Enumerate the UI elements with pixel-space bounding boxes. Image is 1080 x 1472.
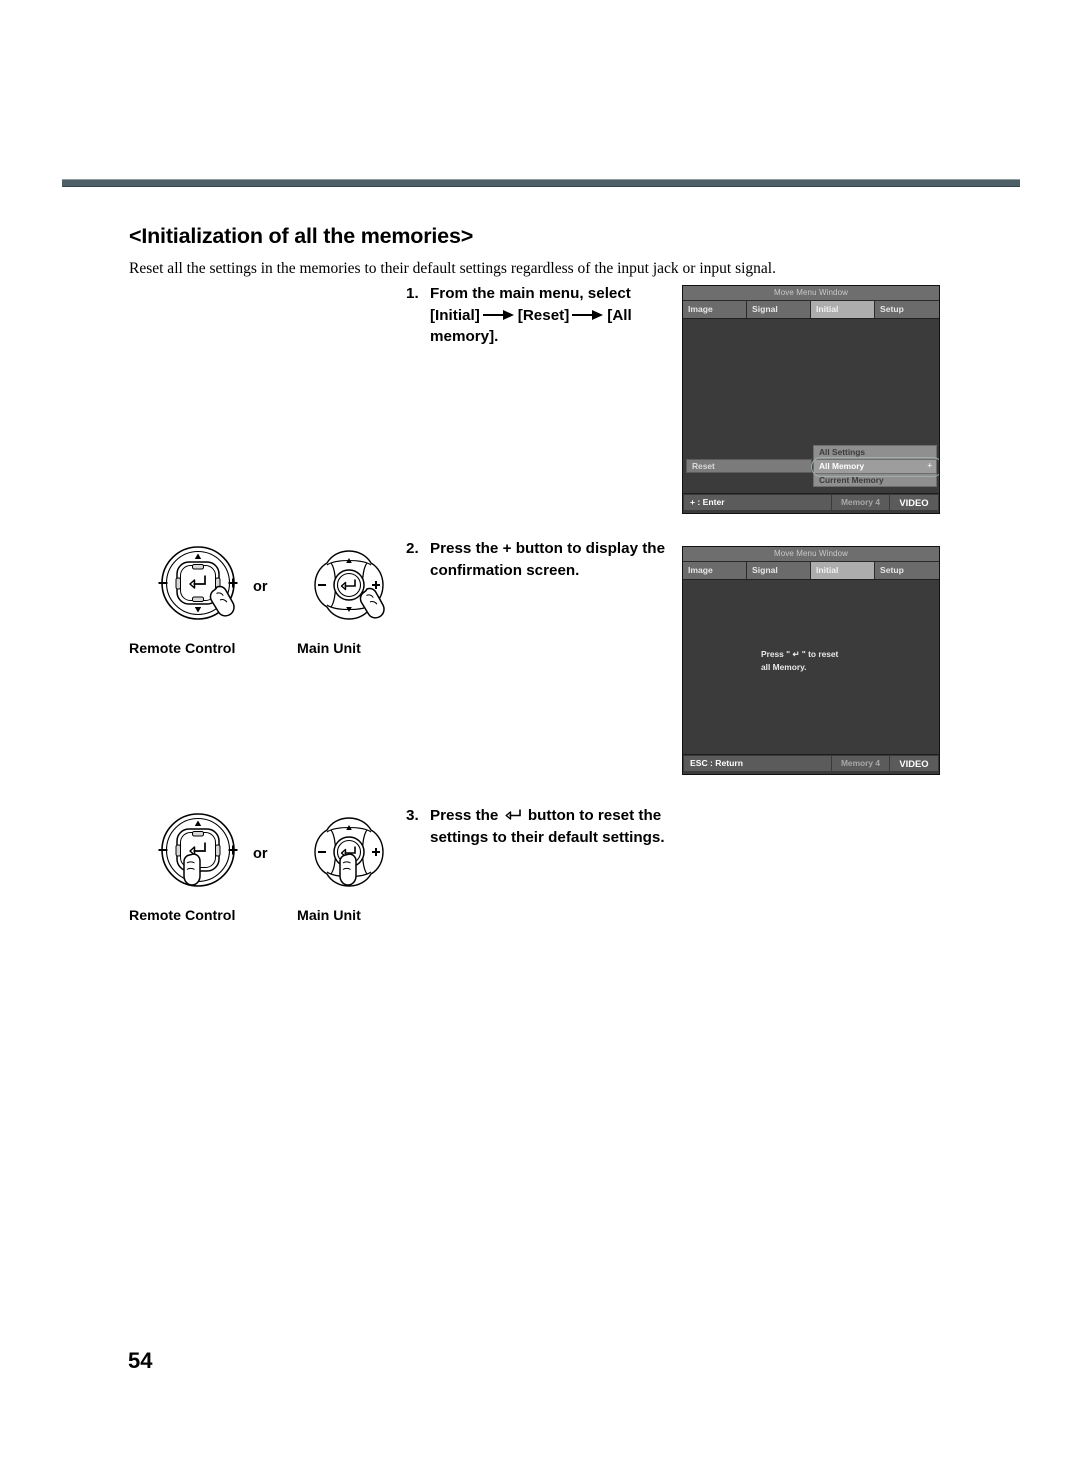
osd-status-bar: ESC : Return Memory 4 VIDEO [683,754,939,772]
adjust-indicator-icon: + [927,461,932,470]
osd-status-memory: Memory 4 [832,755,890,772]
osd-tab-bar: Image Signal Initial Setup [683,562,939,580]
or-label-step2: or [253,579,268,595]
step-2-line2: confirmation screen. [430,561,580,579]
osd-status-memory: Memory 4 [832,494,890,511]
osd-titlebar: Move Menu Window [683,547,939,562]
osd-screenshot-step2: Move Menu Window Image Signal Initial Se… [682,546,940,775]
step-1-line1: From the main menu, select [430,285,631,302]
osd-submenu-item-all-memory-label: All Memory [819,461,865,471]
step-3-post: button to reset the [527,807,662,824]
osd-confirmation-message: Press " ↵ " to reset all Memory. [761,649,839,672]
osd-status-source: VIDEO [890,494,939,511]
step-3-pre: Press the [430,807,499,824]
osd-status-action: ESC : Return [683,755,832,772]
remote-control-caption: Remote Control [129,641,236,657]
main-unit-diagram [301,543,397,634]
osd-status-source: VIDEO [890,755,939,772]
osd-tab-image[interactable]: Image [683,562,747,579]
or-label-step3: or [253,846,268,862]
remote-control-caption: Remote Control [129,908,236,924]
step-2-line1: Press the + button to display the [430,540,666,557]
step-1-number: 1. [406,285,419,302]
page-title: <Initialization of all the memories> [129,224,474,249]
step-1-menu-reset: [Reset] [517,306,570,324]
page-number: 54 [128,1348,153,1373]
step-3-text: Press the button to reset the settings t… [430,805,686,848]
step-3-number: 3. [406,807,419,824]
main-unit-caption: Main Unit [297,641,361,657]
osd-body: Press " ↵ " to reset all Memory. [683,580,939,754]
osd-submenu-item-current-memory[interactable]: Current Memory [813,473,937,487]
step-1-menu-allmemory: [All [607,306,632,324]
header-rule [62,179,1020,187]
step-1-menu-initial: [Initial] [430,306,480,324]
osd-tab-initial[interactable]: Initial [811,301,875,318]
osd-titlebar: Move Menu Window [683,286,939,301]
osd-status-action: + : Enter [683,494,832,511]
step-2-number: 2. [406,540,419,557]
step-3-line2: settings to their default settings. [430,828,665,846]
arrow-right-icon [572,310,604,321]
osd-menu-item-reset[interactable]: Reset [686,459,812,473]
osd-tab-setup[interactable]: Setup [875,562,939,579]
osd-tab-image[interactable]: Image [683,301,747,318]
enter-key-icon [505,808,522,821]
osd-status-bar: + : Enter Memory 4 VIDEO [683,493,939,511]
osd-submenu-item-all-settings[interactable]: All Settings [813,445,937,459]
step-1-line3: memory]. [430,328,499,346]
step-2: 2. Press the + button to display the con… [406,538,678,581]
main-unit-diagram [301,810,397,901]
osd-tab-initial[interactable]: Initial [811,562,875,579]
intro-paragraph: Reset all the settings in the memories t… [129,259,776,277]
osd-body: Reset All Settings All Memory + Current … [683,319,939,493]
remote-control-diagram [145,543,251,634]
osd-tab-signal[interactable]: Signal [747,562,811,579]
arrow-right-icon [482,310,515,321]
main-unit-caption: Main Unit [297,908,361,924]
osd-screenshot-step1: Move Menu Window Image Signal Initial Se… [682,285,940,514]
step-1-text: From the main menu, select [Initial] [Res… [430,283,672,348]
remote-control-diagram [145,810,251,901]
osd-submenu-item-all-memory[interactable]: All Memory + [813,459,937,473]
osd-tab-setup[interactable]: Setup [875,301,939,318]
osd-tab-signal[interactable]: Signal [747,301,811,318]
osd-submenu: All Settings All Memory + Current Memory [813,445,937,487]
step-1: 1. From the main menu, select [Initial] [… [406,283,672,348]
osd-tab-bar: Image Signal Initial Setup [683,301,939,319]
step-3: 3. Press the button to reset the setting… [406,805,686,848]
step-2-text: Press the + button to display the confir… [430,538,678,581]
manual-page: <Initialization of all the memories> Res… [0,0,1080,1472]
